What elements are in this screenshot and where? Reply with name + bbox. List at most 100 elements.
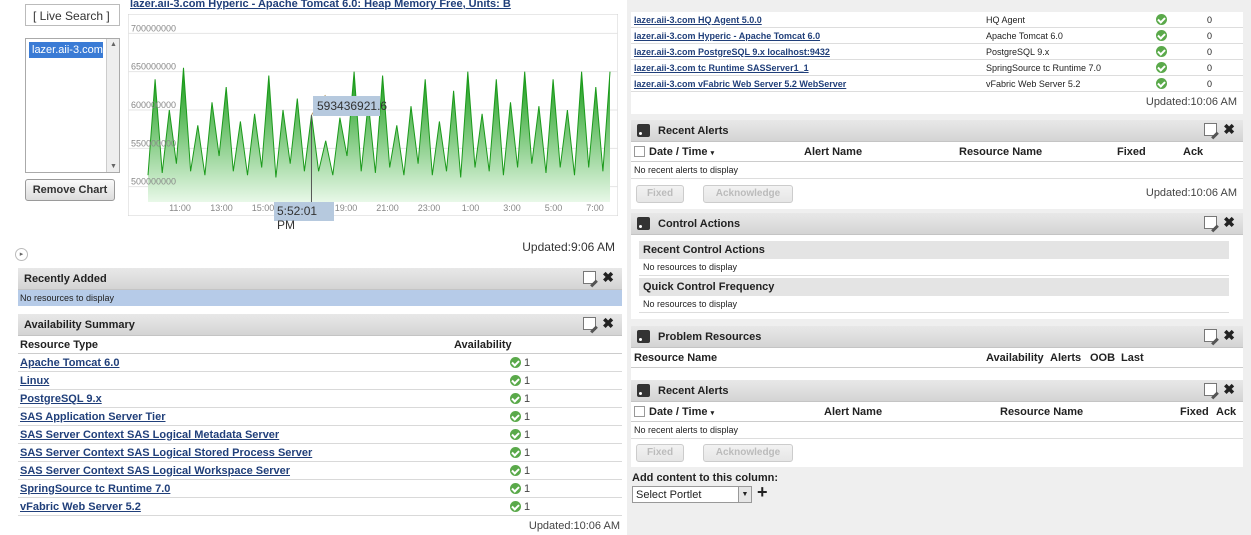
scroll-up-icon[interactable]: ▲ [110, 41, 117, 48]
control-actions-header: Control Actions ✖ [631, 213, 1243, 235]
problem-resources-title: Problem Resources [658, 330, 762, 343]
close-icon[interactable]: ✖ [1223, 215, 1235, 229]
close-icon[interactable]: ✖ [1223, 382, 1235, 396]
resource-type: SpringSource tc Runtime 7.0 [986, 62, 1102, 73]
resource-link[interactable]: lazer.aii-3.com PostgreSQL 9.x localhost… [634, 47, 986, 57]
col-oob: OOB [1090, 351, 1116, 364]
quick-control-frequency-empty: No resources to display [639, 296, 1229, 313]
acknowledge-button[interactable]: Acknowledge [703, 444, 793, 462]
available-check-icon [1156, 14, 1167, 25]
add-portlet-plus-icon[interactable]: + [757, 483, 768, 501]
table-row: lazer.aii-3.com tc Runtime SASServer1_1 S… [631, 60, 1243, 76]
available-check-icon [1156, 30, 1167, 41]
alerts-table-header: Date / Time ▾ Alert Name Resource Name F… [631, 402, 1243, 422]
table-row: SAS Server Context SAS Logical Stored Pr… [18, 444, 622, 462]
rss-icon[interactable] [637, 330, 650, 343]
resource-link[interactable]: lazer.aii-3.com tc Runtime SASServer1_1 [634, 63, 986, 73]
edit-icon[interactable] [583, 317, 597, 330]
table-row: SpringSource tc Runtime 7.0 1 [18, 480, 622, 498]
edit-icon[interactable] [583, 271, 597, 284]
y-tick-label: 650000000 [131, 62, 176, 72]
live-search-box[interactable]: [ Live Search ] [25, 4, 120, 26]
availability-value: 1 [510, 501, 530, 513]
alert-count: 0 [1207, 14, 1213, 25]
resource-type-link[interactable]: SpringSource tc Runtime 7.0 [20, 483, 510, 495]
edit-icon[interactable] [1204, 216, 1218, 229]
chart-title[interactable]: lazer.aii-3.com Hyperic - Apache Tomcat … [130, 0, 620, 12]
resource-type-link[interactable]: Apache Tomcat 6.0 [20, 357, 510, 369]
remove-chart-button[interactable]: Remove Chart [25, 179, 115, 201]
table-row: vFabric Web Server 5.2 1 [18, 498, 622, 516]
recent-alerts-portlet: Recent Alerts ✖ Date / Time ▾ Alert Name… [631, 120, 1243, 209]
resource-link[interactable]: lazer.aii-3.com Hyperic - Apache Tomcat … [634, 31, 986, 41]
close-icon[interactable]: ✖ [1223, 328, 1235, 342]
chart-expand-icon[interactable]: ▸ [15, 248, 28, 261]
y-tick-label: 500000000 [131, 177, 176, 187]
availability-summary-portlet: Availability Summary ✖ Resource Type Ava… [18, 314, 622, 532]
available-check-icon [510, 447, 521, 459]
resource-type-link[interactable]: Linux [20, 375, 510, 387]
rss-icon[interactable] [637, 124, 650, 137]
recently-added-portlet: Recently Added ✖ No resources to display [18, 268, 622, 306]
col-fixed: Fixed [1117, 145, 1146, 158]
fixed-button[interactable]: Fixed [636, 185, 684, 203]
resource-type-link[interactable]: vFabric Web Server 5.2 [20, 501, 510, 513]
x-tick-label: 23:00 [418, 203, 441, 213]
available-check-icon [510, 429, 521, 441]
table-row: Apache Tomcat 6.0 1 [18, 354, 622, 372]
resource-type-link[interactable]: SAS Server Context SAS Logical Metadata … [20, 429, 510, 441]
resource-type-link[interactable]: SAS Server Context SAS Logical Stored Pr… [20, 447, 510, 459]
col-resource-name: Resource Name [959, 145, 1043, 158]
chart-tooltip-value: 593436921.6 [313, 96, 387, 116]
col-date-time[interactable]: Date / Time ▾ [634, 406, 824, 418]
col-fixed: Fixed [1180, 405, 1209, 418]
recently-added-empty: No resources to display [18, 290, 622, 306]
select-all-checkbox[interactable] [634, 146, 645, 158]
recent-alerts-portlet-2: Recent Alerts ✖ Date / Time ▾ Alert Name… [631, 380, 1243, 467]
col-last: Last [1121, 351, 1144, 364]
acknowledge-button[interactable]: Acknowledge [703, 185, 793, 203]
rss-icon[interactable] [637, 217, 650, 230]
scroll-down-icon[interactable]: ▼ [110, 163, 117, 170]
resource-type-link[interactable]: PostgreSQL 9.x [20, 393, 510, 405]
alerts-updated: Updated:10:06 AM [1145, 187, 1237, 199]
x-tick-label: 5:00 [545, 203, 563, 213]
alert-count: 0 [1207, 62, 1213, 73]
availability-value: 1 [510, 483, 530, 495]
edit-icon[interactable] [1204, 383, 1218, 396]
chevron-down-icon[interactable]: ▼ [738, 487, 751, 502]
alerts-empty: No recent alerts to display [631, 162, 1243, 179]
edit-icon[interactable] [1204, 329, 1218, 342]
list-scrollbar[interactable]: ▲ ▼ [106, 39, 119, 172]
close-icon[interactable]: ✖ [602, 270, 614, 284]
available-check-icon [510, 465, 521, 477]
resource-type-link[interactable]: SAS Application Server Tier [20, 411, 510, 423]
select-portlet-dropdown[interactable]: Select Portlet ▼ [632, 486, 752, 503]
available-check-icon [510, 393, 521, 405]
edit-icon[interactable] [1204, 123, 1218, 136]
available-check-icon [1156, 78, 1167, 89]
resource-list-item[interactable]: lazer.aii-3.com H [29, 42, 103, 58]
y-tick-label: 700000000 [131, 23, 176, 33]
resource-type-link[interactable]: SAS Server Context SAS Logical Workspace… [20, 465, 510, 477]
alerts-empty: No recent alerts to display [631, 422, 1243, 439]
select-all-checkbox[interactable] [634, 406, 645, 418]
rss-icon[interactable] [637, 384, 650, 397]
close-icon[interactable]: ✖ [602, 316, 614, 330]
availability-value: 1 [510, 411, 530, 423]
available-check-icon [510, 357, 521, 369]
col-alert-name: Alert Name [824, 405, 883, 418]
chart-tooltip-time: 5:52:01 PM [274, 202, 334, 232]
close-icon[interactable]: ✖ [1223, 122, 1235, 136]
resource-link[interactable]: lazer.aii-3.com HQ Agent 5.0.0 [634, 15, 986, 25]
col-alerts: Alerts [1050, 351, 1082, 364]
problem-table-header: Resource Name Availability Alerts OOB La… [631, 348, 1243, 368]
fixed-button[interactable]: Fixed [636, 444, 684, 462]
resource-link[interactable]: lazer.aii-3.com vFabric Web Server 5.2 W… [634, 79, 986, 89]
sort-down-icon: ▾ [710, 149, 715, 157]
col-date-time[interactable]: Date / Time ▾ [634, 146, 804, 158]
alert-count: 0 [1207, 30, 1213, 41]
col-resource-name: Resource Name [1000, 405, 1084, 418]
resource-listbox[interactable]: lazer.aii-3.com H ▲ ▼ [25, 38, 120, 173]
x-tick-label: 13:00 [210, 203, 233, 213]
